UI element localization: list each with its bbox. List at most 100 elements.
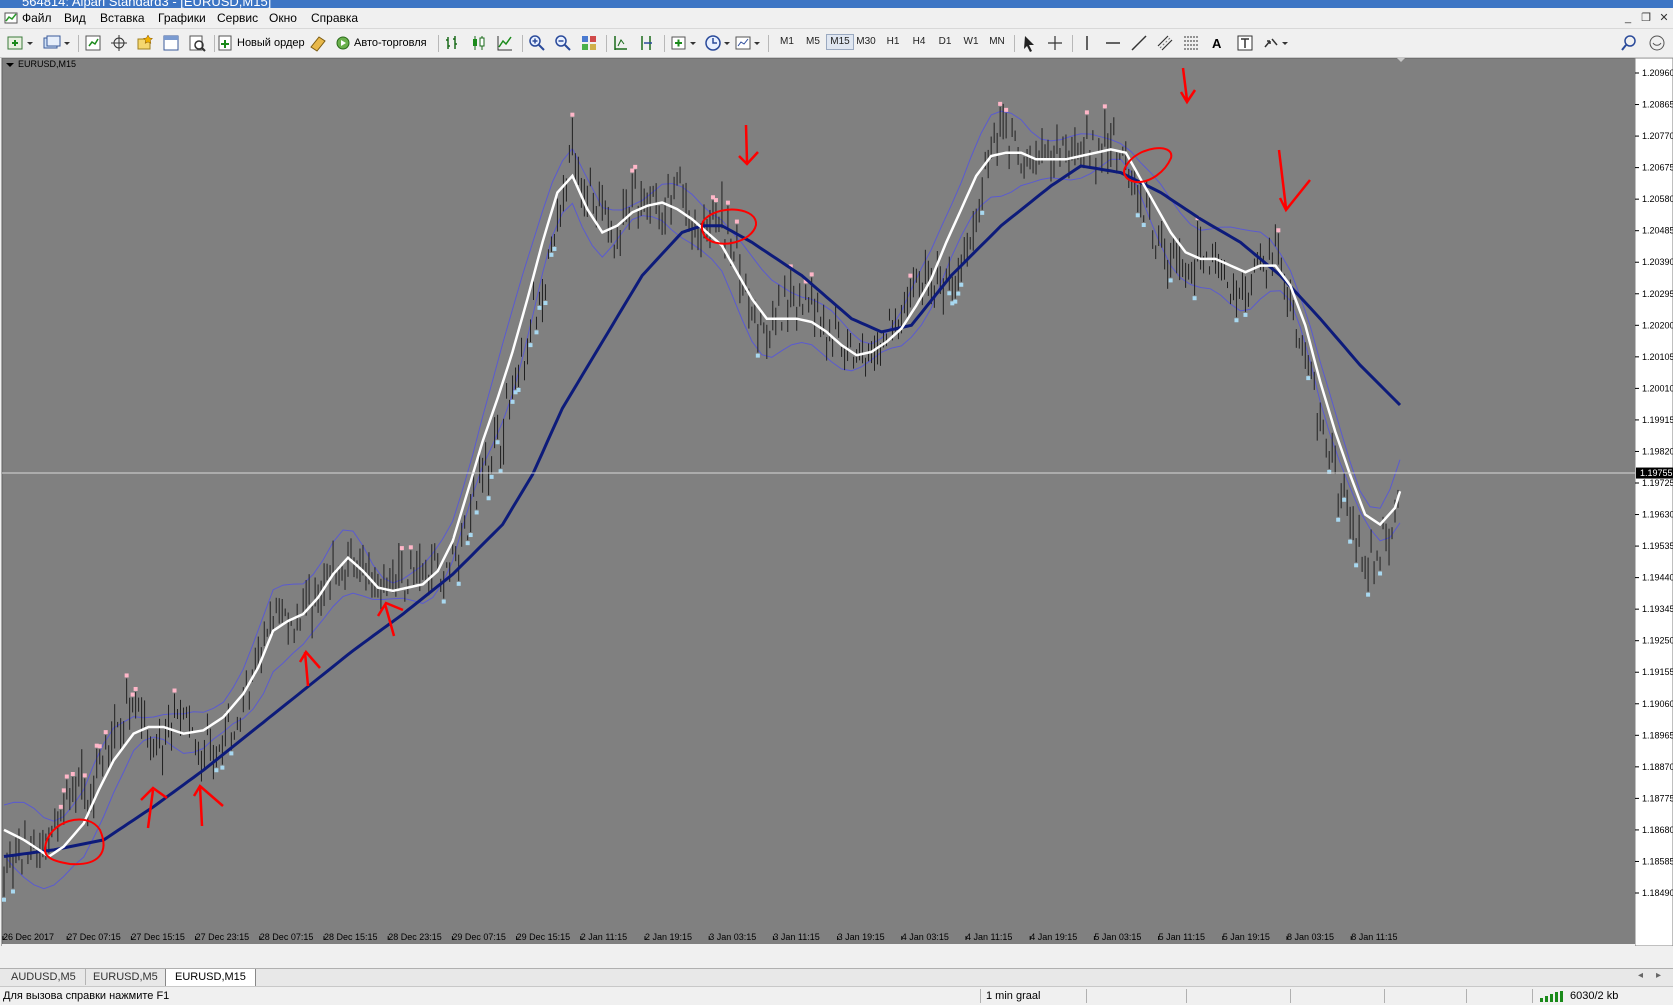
line-chart-button[interactable] xyxy=(496,33,514,53)
tab-eurusd-m5[interactable]: EURUSD,M5 xyxy=(84,969,168,985)
data-window-button[interactable] xyxy=(110,33,128,53)
zoom-in-button[interactable] xyxy=(528,33,546,53)
text-tool-button[interactable]: A xyxy=(1212,33,1221,53)
app-icon[interactable] xyxy=(4,11,18,25)
text-label-button[interactable] xyxy=(1236,33,1254,53)
chart-tabs: AUDUSD,M5 EURUSD,M5 EURUSD,M15 ◂ ▸ xyxy=(0,968,1673,987)
navigator-button[interactable] xyxy=(136,33,154,53)
arrows-tool-button[interactable] xyxy=(1262,33,1290,53)
community-button[interactable] xyxy=(1648,33,1666,53)
horizontal-line-button[interactable] xyxy=(1104,33,1122,53)
strategy-tester-button[interactable] xyxy=(188,33,206,53)
down-signal-dot xyxy=(1336,517,1341,522)
chart-plot-area[interactable] xyxy=(1,58,1636,946)
tab-scroll-right-icon[interactable]: ▸ xyxy=(1656,970,1661,981)
close-icon[interactable]: ✕ xyxy=(1656,11,1672,25)
timeframe-w1[interactable]: W1 xyxy=(958,36,984,47)
vertical-line-button[interactable] xyxy=(1078,33,1096,53)
time-tick-label: 4 Jan 03:15 xyxy=(902,932,949,942)
up-signal-dot xyxy=(908,273,913,278)
periods-button[interactable] xyxy=(704,33,732,53)
tab-eurusd-m15[interactable]: EURUSD,M15 xyxy=(165,969,256,987)
metaeditor-icon xyxy=(310,36,326,52)
down-signal-dot xyxy=(495,440,500,445)
down-signal-dot xyxy=(441,599,446,604)
templates-button[interactable] xyxy=(734,33,762,53)
timeframe-h4[interactable]: H4 xyxy=(906,36,932,47)
trendline-icon xyxy=(1131,35,1147,51)
search-button[interactable] xyxy=(1620,33,1638,53)
channel-icon xyxy=(1157,35,1173,51)
navigator-star-icon xyxy=(137,34,154,50)
indicators-button[interactable] xyxy=(670,33,698,53)
cursor-tool-button[interactable] xyxy=(1020,33,1038,53)
metaeditor-button[interactable] xyxy=(309,33,327,53)
timeframe-h1[interactable]: H1 xyxy=(880,36,906,47)
menu-file[interactable]: Файл xyxy=(22,11,52,25)
timeframe-m1[interactable]: M1 xyxy=(774,36,800,47)
bar-chart-button[interactable] xyxy=(444,33,462,53)
auto-trading-button[interactable]: Авто-торговля xyxy=(335,33,427,53)
minimize-icon[interactable]: _ xyxy=(1620,11,1636,25)
down-signal-dot xyxy=(947,291,952,296)
new-order-button[interactable]: Новый ордер xyxy=(218,33,305,53)
profiles-button[interactable] xyxy=(42,33,70,53)
zoom-out-button[interactable] xyxy=(554,33,572,53)
trendline-button[interactable] xyxy=(1130,33,1148,53)
menu-charts[interactable]: Графики xyxy=(158,11,206,25)
timeframe-m30[interactable]: M30 xyxy=(853,36,879,47)
price-tick-label: 1.19345 xyxy=(1642,604,1673,614)
down-signal-dot xyxy=(229,751,234,756)
time-tick-label: 5 Jan 11:15 xyxy=(1159,932,1205,942)
time-tick-label: 27 Dec 15:15 xyxy=(131,932,185,942)
up-signal-dot xyxy=(570,112,575,117)
down-signal-dot xyxy=(489,474,494,479)
menu-insert[interactable]: Вставка xyxy=(100,11,145,25)
time-tick-label: 27 Dec 23:15 xyxy=(196,932,250,942)
down-signal-dot xyxy=(214,768,219,773)
auto-scroll-button[interactable] xyxy=(638,33,656,53)
terminal-button[interactable] xyxy=(162,33,180,53)
timeframe-mn[interactable]: MN xyxy=(984,36,1010,47)
up-signal-dot xyxy=(133,686,138,691)
menu-tools[interactable]: Сервис xyxy=(217,11,258,25)
clock-icon xyxy=(705,35,730,51)
menu-window[interactable]: Окно xyxy=(269,11,297,25)
tile-windows-button[interactable] xyxy=(580,33,598,53)
down-signal-dot xyxy=(956,291,961,296)
time-tick-label: 3 Jan 03:15 xyxy=(709,932,756,942)
fibonacci-button[interactable] xyxy=(1182,33,1200,53)
crosshair-tool-button[interactable] xyxy=(1046,33,1064,53)
tester-icon xyxy=(189,35,206,52)
price-chart[interactable]: EURUSD,M15 1.20960 1.20865 1.20770 1.20675 1… xyxy=(0,58,1673,946)
candlestick-button[interactable] xyxy=(470,33,488,53)
down-signal-dot xyxy=(549,252,554,257)
chart-window[interactable]: EURUSD,M15 1.20960 1.20865 1.20770 1.20675 1… xyxy=(0,58,1673,946)
timeframe-d1[interactable]: D1 xyxy=(932,36,958,47)
market-watch-button[interactable] xyxy=(84,33,102,53)
timeframe-m5[interactable]: M5 xyxy=(800,36,826,47)
price-tick-label: 1.20105 xyxy=(1642,352,1673,362)
connection-status-icon[interactable] xyxy=(1540,991,1566,1002)
menu-view[interactable]: Вид xyxy=(64,11,86,25)
tab-audusd-m5[interactable]: AUDUSD,M5 xyxy=(2,969,86,985)
down-signal-dot xyxy=(1141,223,1146,228)
up-signal-dot xyxy=(1102,104,1107,109)
chart-shift-button[interactable] xyxy=(612,33,630,53)
time-tick-label: 26 Dec 2017 xyxy=(3,932,54,942)
new-chart-button[interactable] xyxy=(6,33,34,53)
terminal-icon xyxy=(163,35,179,51)
up-signal-dot xyxy=(130,692,135,697)
down-signal-dot xyxy=(1342,497,1347,502)
price-tick-label: 1.18585 xyxy=(1642,856,1673,866)
auto-trading-label: Авто-торговля xyxy=(354,37,427,49)
up-signal-dot xyxy=(82,773,87,778)
timeframe-m15[interactable]: M15 xyxy=(826,34,854,50)
down-signal-dot xyxy=(1168,278,1173,283)
tab-scroll-left-icon[interactable]: ◂ xyxy=(1638,970,1643,981)
equidistant-channel-button[interactable] xyxy=(1156,33,1174,53)
menu-help[interactable]: Справка xyxy=(311,11,358,25)
restore-icon[interactable]: ❐ xyxy=(1638,11,1654,25)
price-tick-label: 1.20580 xyxy=(1642,194,1673,204)
indicators-icon xyxy=(671,36,696,50)
